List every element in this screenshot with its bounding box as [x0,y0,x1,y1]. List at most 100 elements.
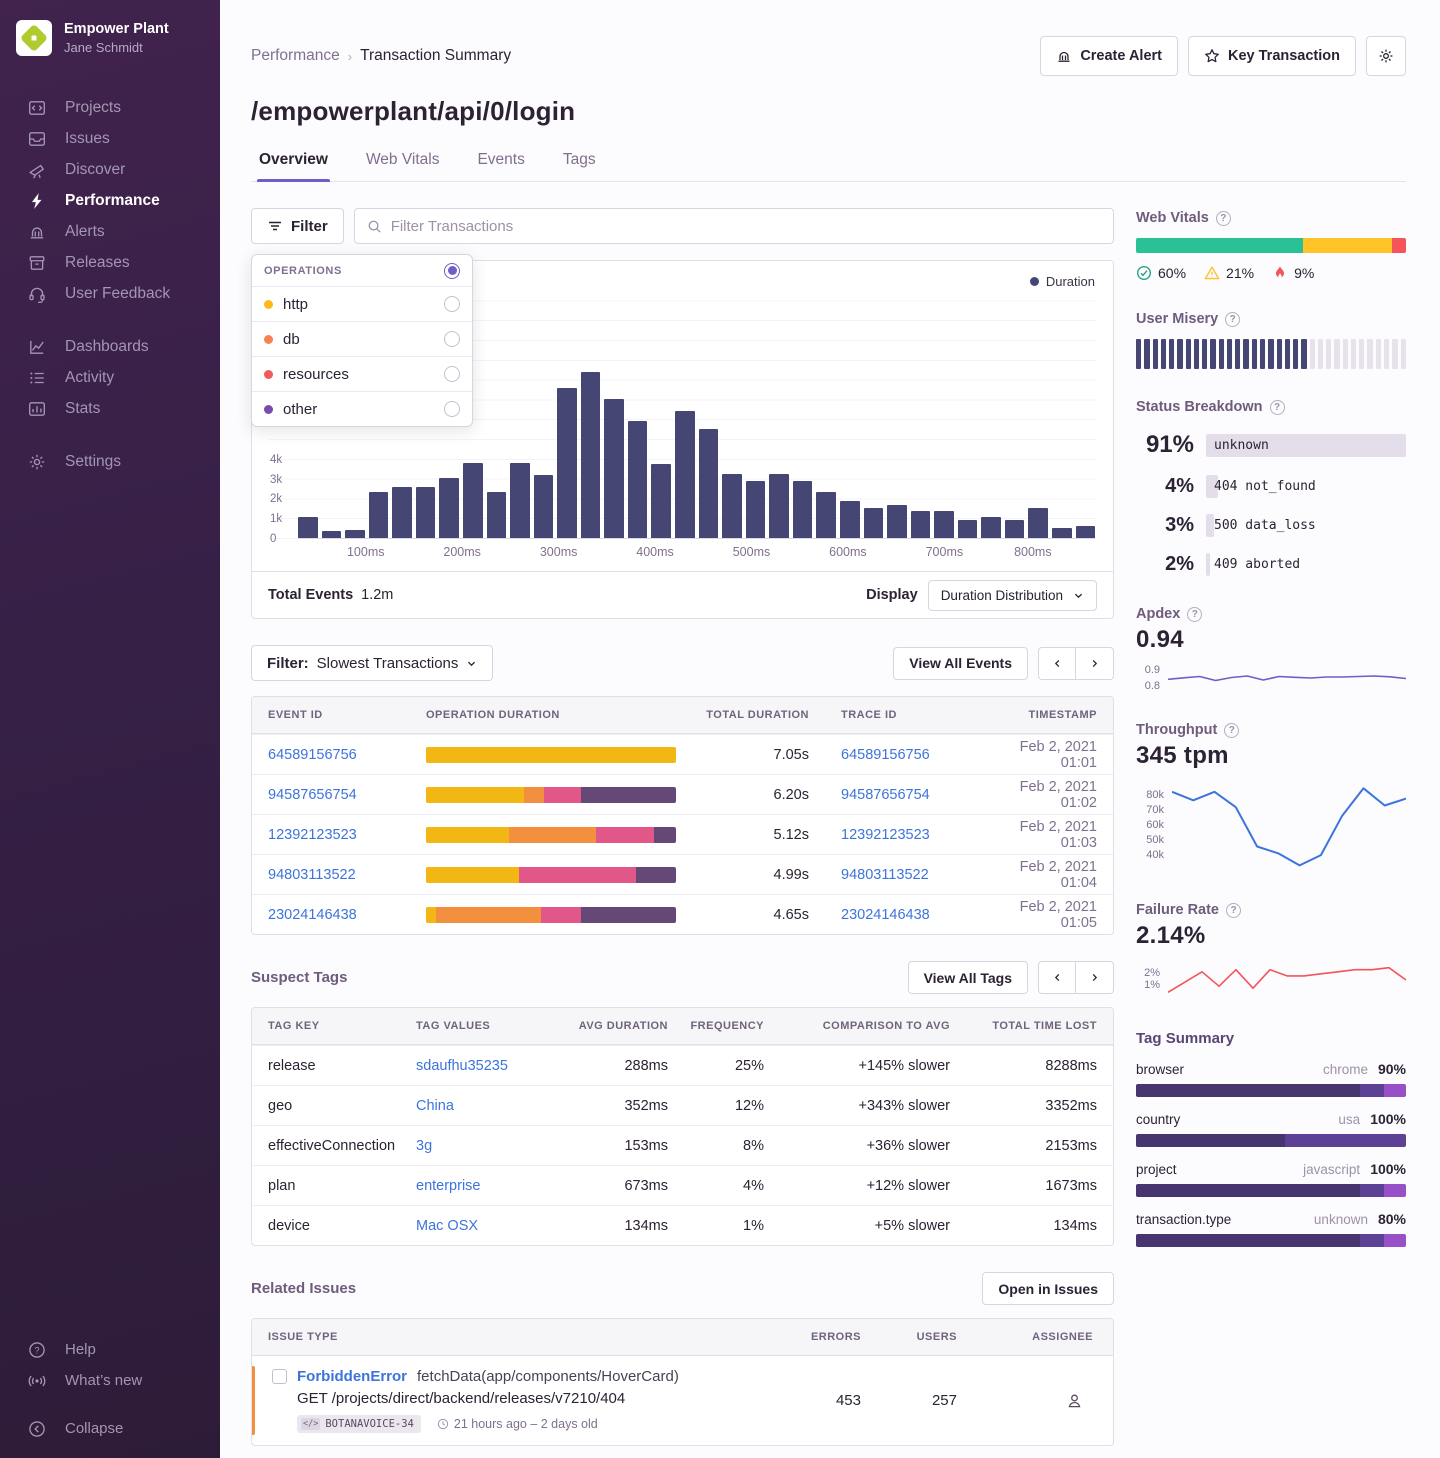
transactions-filter-select[interactable]: Filter: Slowest Transactions [251,645,493,681]
next-page-button[interactable] [1076,961,1114,994]
assignee-person-icon[interactable] [1066,1392,1083,1409]
breadcrumb-performance[interactable]: Performance [251,47,340,65]
question-icon[interactable]: ? [1224,723,1239,738]
key-transaction-button[interactable]: Key Transaction [1188,36,1356,76]
question-icon[interactable]: ? [1270,400,1285,415]
trace-id-link[interactable]: 94803113522 [841,867,999,883]
question-icon[interactable]: ? [1187,607,1202,622]
tag-summary-key: project [1136,1162,1303,1177]
failure-rate-section: Failure Rate? 2.14% 2% 1% [1136,902,1406,1000]
key-transaction-label: Key Transaction [1228,48,1340,64]
sidebar-item-whats-new[interactable]: What’s new [0,1365,220,1396]
resources-radio[interactable] [444,366,460,382]
other-radio[interactable] [444,401,460,417]
search-input[interactable] [391,218,1101,235]
timestamp: Feb 2, 2021 01:02 [999,779,1097,811]
event-row: 12392123523 5.12s 12392123523 Feb 2, 202… [252,814,1113,854]
total-time-lost: 3352ms [950,1098,1097,1114]
operation-option-resources[interactable]: resources [252,356,472,391]
sidebar-item-label: Performance [65,192,160,210]
event-id-link[interactable]: 23024146438 [268,907,426,923]
operation-option-other[interactable]: other [252,391,472,426]
org-switcher[interactable]: Empower Plant Jane Schmidt [0,14,220,56]
tag-value-link[interactable]: Mac OSX [416,1218,556,1234]
status-bar[interactable]: 404 not_found [1206,475,1406,498]
tag-summary-bar[interactable] [1136,1234,1406,1247]
tag-value-link[interactable]: enterprise [416,1178,556,1194]
sidebar-item-help[interactable]: ? Help [0,1334,220,1365]
operations-header-label: OPERATIONS [264,265,444,277]
filter-button-label: Filter [291,218,328,235]
tag-summary-bar[interactable] [1136,1134,1406,1147]
operations-dropdown-header[interactable]: OPERATIONS [252,255,472,286]
filter-button[interactable]: Filter [251,208,344,244]
operation-option-db[interactable]: db [252,321,472,356]
event-id-link[interactable]: 94587656754 [268,787,426,803]
bar-chart-icon [28,400,46,418]
tag-summary-bar[interactable] [1136,1184,1406,1197]
tag-value-link[interactable]: 3g [416,1138,556,1154]
previous-page-button[interactable] [1038,961,1076,994]
issue-users-count: 257 [861,1392,957,1409]
event-id-link[interactable]: 94803113522 [268,867,426,883]
http-radio[interactable] [444,296,460,312]
previous-page-button[interactable] [1038,647,1076,680]
sidebar-item-dashboards[interactable]: Dashboards [0,331,220,362]
open-in-issues-button[interactable]: Open in Issues [982,1272,1114,1305]
sidebar-item-activity[interactable]: Activity [0,362,220,393]
trace-id-link[interactable]: 94587656754 [841,787,999,803]
status-pct: 91% [1136,431,1194,459]
issue-checkbox[interactable] [272,1369,287,1384]
tab-web-vitals[interactable]: Web Vitals [364,151,442,181]
sidebar-item-alerts[interactable]: Alerts [0,216,220,247]
question-icon[interactable]: ? [1225,312,1240,327]
failure-rate-sparkline [1168,960,1406,1000]
view-all-tags-button[interactable]: View All Tags [908,961,1028,994]
status-bar[interactable]: 409 aborted [1206,553,1406,576]
transaction-settings-button[interactable] [1366,36,1406,76]
tag-value-link[interactable]: China [416,1098,556,1114]
event-id-link[interactable]: 12392123523 [268,827,426,843]
status-bar[interactable]: 500 data_loss [1206,514,1406,537]
question-icon[interactable]: ? [1216,211,1231,226]
sidebar-item-settings[interactable]: Settings [0,446,220,477]
status-row: 4% 404 not_found [1136,475,1406,498]
operation-option-http[interactable]: http [252,286,472,321]
create-alert-button[interactable]: Create Alert [1040,36,1178,76]
tag-summary-bar[interactable] [1136,1084,1406,1097]
operations-all-radio[interactable] [444,263,460,279]
avg-duration: 673ms [556,1178,668,1194]
throughput-tick: 70k [1136,804,1164,816]
trace-id-link[interactable]: 12392123523 [841,827,999,843]
tag-summary-pct: 90% [1378,1061,1406,1077]
tab-tags[interactable]: Tags [561,151,598,181]
sidebar-item-discover[interactable]: Discover [0,154,220,185]
sidebar-item-user-feedback[interactable]: User Feedback [0,278,220,309]
sidebar-item-projects[interactable]: Projects [0,92,220,123]
tab-overview[interactable]: Overview [257,151,330,181]
sidebar-collapse-button[interactable]: Collapse [0,1413,220,1444]
throughput-tick: 50k [1136,834,1164,846]
project-badge[interactable]: </>BOTANAVOICE-34 [297,1415,421,1433]
question-icon[interactable]: ? [1226,903,1241,918]
event-id-link[interactable]: 64589156756 [268,747,426,763]
status-bar[interactable]: unknown [1206,434,1406,457]
view-all-events-button[interactable]: View All Events [893,647,1028,680]
db-radio[interactable] [444,331,460,347]
trace-id-link[interactable]: 64589156756 [841,747,999,763]
tag-value-link[interactable]: sdaufhu35235 [416,1058,556,1074]
display-select[interactable]: Duration Distribution [928,580,1097,611]
sidebar-item-releases[interactable]: Releases [0,247,220,278]
tab-events[interactable]: Events [475,151,526,181]
sidebar-item-performance[interactable]: Performance [0,185,220,216]
next-page-button[interactable] [1076,647,1114,680]
chevron-down-icon [466,658,477,669]
sidebar-item-stats[interactable]: Stats [0,393,220,424]
sidebar-item-issues[interactable]: Issues [0,123,220,154]
trace-id-link[interactable]: 23024146438 [841,907,999,923]
check-circle-icon [1136,265,1152,281]
apdex-tick: 0.8 [1136,680,1160,692]
event-row: 64589156756 7.05s 64589156756 Feb 2, 202… [252,734,1113,774]
tag-summary-row: project javascript 100% [1136,1161,1406,1197]
issue-type-link[interactable]: ForbiddenError [297,1368,407,1385]
